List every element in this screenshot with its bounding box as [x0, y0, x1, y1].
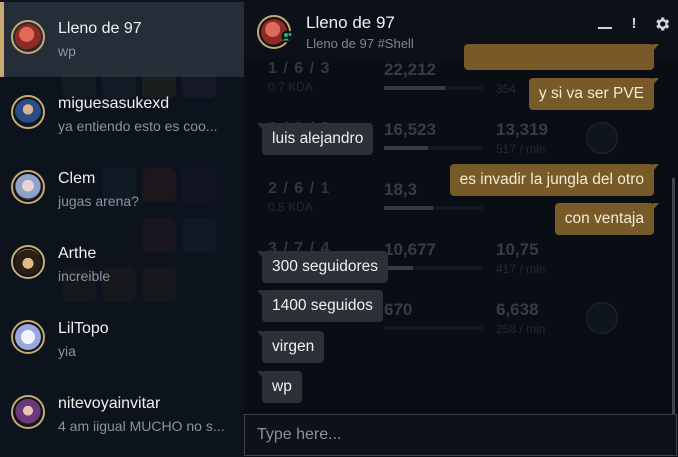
- chat-riot-id: Lleno de 97 #Shell: [306, 36, 414, 51]
- minimize-button[interactable]: [595, 14, 615, 34]
- message-bubble-incoming: 300 seguidores: [257, 251, 388, 283]
- conversation-item-clem[interactable]: Clem jugas arena?: [0, 152, 244, 227]
- poro-icon: [11, 320, 45, 354]
- conversation-item-nitevoyainvitar[interactable]: nitevoyainvitar 4 am iigual MUCHO no s..…: [0, 377, 244, 452]
- message-bubble-outgoing: es invadir la jungla del otro: [449, 164, 660, 196]
- conversation-name: nitevoyainvitar: [58, 395, 161, 412]
- conversation-preview: 4 am iigual MUCHO no s...: [58, 418, 225, 434]
- minimize-icon: [598, 27, 612, 29]
- red-creature-icon: [11, 20, 45, 54]
- scrollbar-thumb[interactable]: [672, 178, 675, 414]
- conversation-name: Clem: [58, 170, 96, 187]
- conversation-preview: increible: [58, 268, 111, 284]
- chat-title: Lleno de 97: [306, 13, 395, 32]
- conversation-item-lleno-de-97[interactable]: Lleno de 97 wp: [0, 2, 244, 77]
- conversation-name: Lleno de 97: [58, 20, 142, 37]
- conversation-preview: ya entiendo esto es coo...: [58, 118, 218, 134]
- message-bubble-incoming: wp: [257, 371, 302, 403]
- message-list[interactable]: y si va ser PVE luis alejandro es invadi…: [244, 44, 678, 414]
- conversation-item-liltopo[interactable]: LilTopo yia: [0, 302, 244, 377]
- message-bubble-outgoing: con ventaja: [554, 203, 660, 235]
- message-input[interactable]: [245, 415, 676, 455]
- conversation-preview: yia: [58, 343, 76, 359]
- purple-champion-icon: [11, 395, 45, 429]
- conversation-name: miguesasukexd: [58, 95, 170, 112]
- gear-icon: [656, 17, 670, 31]
- conversation-list: Lleno de 97 wp miguesasukexd ya entiendo…: [0, 0, 244, 457]
- message-bubble-incoming: 1400 seguidos: [257, 290, 383, 322]
- report-button[interactable]: !: [624, 14, 644, 34]
- friend-status-icon: [281, 30, 294, 43]
- dark-hair-icon: [11, 245, 45, 279]
- conversation-item-miguesasukexd[interactable]: miguesasukexd ya entiendo esto es coo...: [0, 77, 244, 152]
- active-indicator: [0, 2, 4, 77]
- message-bubble-incoming: virgen: [256, 331, 325, 363]
- settings-button[interactable]: [652, 14, 672, 34]
- conversation-preview: jugas arena?: [58, 193, 139, 209]
- conversation-preview: wp: [58, 43, 76, 59]
- chat-panel: Lleno de 97 Lleno de 97 #Shell ! y si va…: [244, 0, 678, 457]
- conversation-name: LilTopo: [58, 320, 109, 337]
- message-bubble-outgoing: y si va ser PVE: [528, 78, 660, 110]
- blue-champion-icon: [11, 95, 45, 129]
- message-composer: [244, 414, 677, 456]
- message-bubble-incoming: luis alejandro: [256, 123, 374, 155]
- silver-hair-icon: [11, 170, 45, 204]
- message-bubble-clipped: [464, 44, 659, 70]
- conversation-name: Arthe: [58, 245, 97, 262]
- conversation-item-arthe[interactable]: Arthe increible: [0, 227, 244, 302]
